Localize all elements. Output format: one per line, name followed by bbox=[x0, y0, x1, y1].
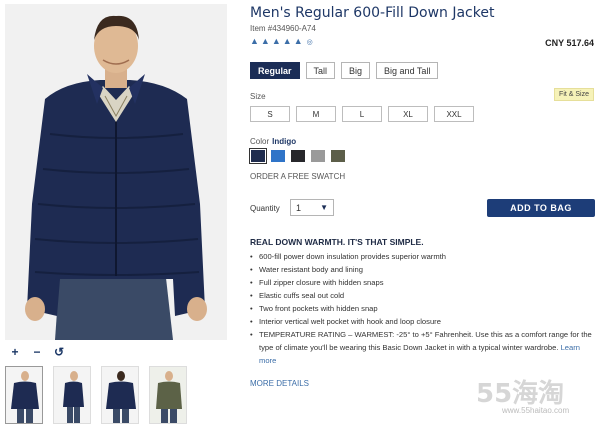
star-icon: ▲ bbox=[293, 36, 303, 46]
size-selector: S M L XL XXL bbox=[250, 106, 474, 122]
image-zoom-controls: + − ↺ bbox=[6, 344, 68, 359]
color-swatch-indigo[interactable] bbox=[249, 148, 267, 164]
color-swatches bbox=[249, 148, 346, 164]
order-free-swatch-link[interactable]: ORDER A FREE SWATCH bbox=[250, 172, 345, 181]
quantity-select[interactable]: 1 ▼ bbox=[290, 199, 334, 216]
selected-color-name: Indigo bbox=[272, 137, 297, 146]
fit-selector: Regular Tall Big Big and Tall bbox=[250, 62, 439, 79]
thumbnail-side-view[interactable] bbox=[53, 366, 91, 424]
color-label: Color Indigo bbox=[250, 137, 296, 146]
list-item: Elastic cuffs seal out cold bbox=[250, 289, 595, 302]
size-label: Size bbox=[250, 92, 266, 101]
zoom-out-button[interactable]: − bbox=[28, 344, 46, 359]
thumbnail-back-view[interactable] bbox=[101, 366, 139, 424]
size-option-xl[interactable]: XL bbox=[388, 106, 428, 122]
fit-option-regular[interactable]: Regular bbox=[250, 62, 300, 79]
rating-stars[interactable]: ▲ ▲ ▲ ▲ ▲ ◎ bbox=[250, 37, 313, 46]
thumbnail-front-view[interactable] bbox=[5, 366, 43, 424]
star-icon: ▲ bbox=[250, 36, 259, 46]
watermark-logo: 55海淘 bbox=[476, 379, 565, 409]
fit-and-size-link[interactable]: Fit & Size bbox=[554, 88, 594, 101]
description-heading: REAL DOWN WARMTH. IT'S THAT SIMPLE. bbox=[250, 237, 424, 247]
item-number: Item #434960-A74 bbox=[250, 24, 316, 33]
temperature-rating-text: TEMPERATURE RATING – WARMEST: -25° to +5… bbox=[259, 330, 592, 352]
list-item: Full zipper closure with hidden snaps bbox=[250, 276, 595, 289]
fit-option-tall[interactable]: Tall bbox=[305, 62, 336, 79]
add-to-bag-button[interactable]: ADD TO BAG bbox=[487, 199, 595, 217]
more-details-link[interactable]: MORE DETAILS bbox=[250, 379, 309, 388]
reset-zoom-icon[interactable]: ↺ bbox=[50, 344, 68, 359]
size-option-xxl[interactable]: XXL bbox=[434, 106, 474, 122]
list-item: 600-fill power down insulation provides … bbox=[250, 250, 595, 263]
color-label-text: Color bbox=[250, 137, 270, 146]
list-item: Interior vertical welt pocket with hook … bbox=[250, 315, 595, 328]
size-option-m[interactable]: M bbox=[296, 106, 336, 122]
list-item: Water resistant body and lining bbox=[250, 263, 595, 276]
zoom-in-button[interactable]: + bbox=[6, 344, 24, 359]
watermark: 55海淘 www.55haitao.com bbox=[476, 373, 600, 423]
size-option-s[interactable]: S bbox=[250, 106, 290, 122]
color-swatch-black[interactable] bbox=[290, 149, 306, 163]
feature-list: 600-fill power down insulation provides … bbox=[250, 250, 595, 367]
quantity-value: 1 bbox=[296, 202, 302, 213]
star-icon: ▲ bbox=[260, 36, 270, 46]
chevron-down-icon: ▼ bbox=[320, 203, 328, 212]
product-title: Men's Regular 600-Fill Down Jacket bbox=[250, 5, 495, 21]
product-main-image[interactable] bbox=[5, 4, 227, 340]
fit-option-big[interactable]: Big bbox=[341, 62, 371, 79]
watermark-url: www.55haitao.com bbox=[502, 406, 570, 415]
star-icon: ▲ bbox=[282, 36, 292, 46]
star-icon: ▲ bbox=[271, 36, 281, 46]
size-option-l[interactable]: L bbox=[342, 106, 382, 122]
product-price: CNY 517.64 bbox=[545, 38, 594, 48]
fit-option-big-and-tall[interactable]: Big and Tall bbox=[376, 62, 439, 79]
thumbnail-alternate-color-view[interactable] bbox=[149, 366, 187, 424]
color-swatch-gray[interactable] bbox=[310, 149, 326, 163]
thumbnail-strip bbox=[5, 366, 187, 424]
list-item: TEMPERATURE RATING – WARMEST: -25° to +5… bbox=[250, 328, 595, 367]
quantity-label: Quantity bbox=[250, 204, 280, 213]
color-swatch-olive[interactable] bbox=[330, 149, 346, 163]
color-swatch-blue[interactable] bbox=[270, 149, 286, 163]
list-item: Two front pockets with hidden snap bbox=[250, 302, 595, 315]
review-icon[interactable]: ◎ bbox=[307, 38, 313, 46]
